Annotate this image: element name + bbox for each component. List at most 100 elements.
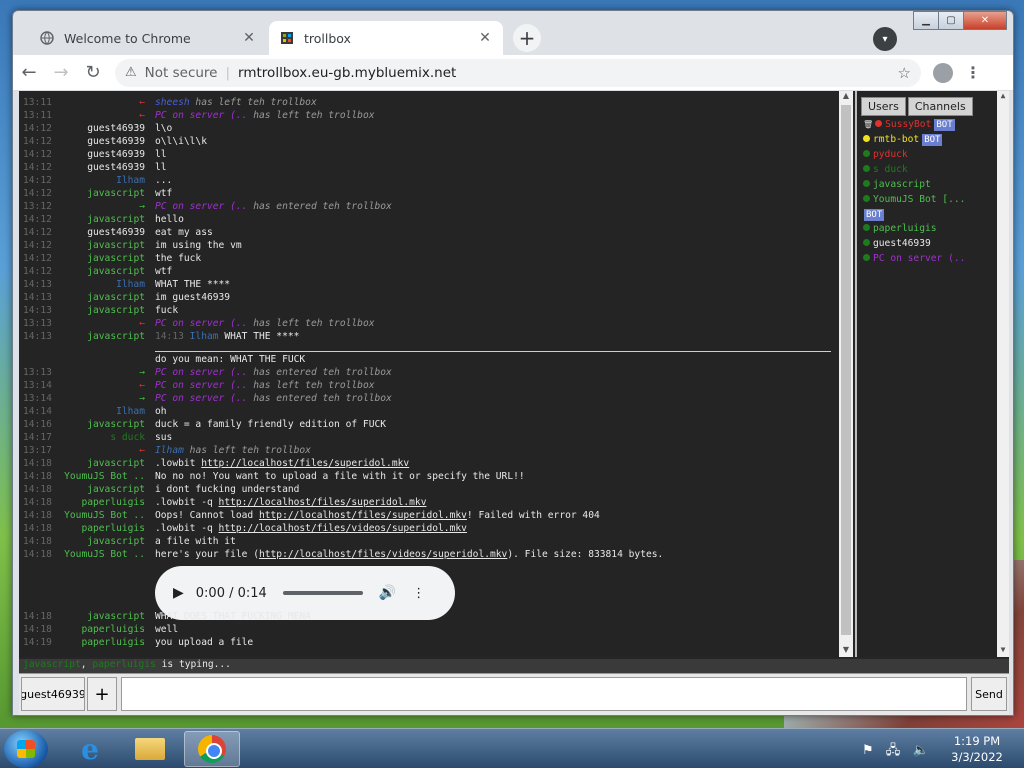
- nickname-button[interactable]: guest46939: [21, 677, 85, 711]
- message-nick[interactable]: javascript: [63, 484, 145, 495]
- file-explorer-icon[interactable]: [122, 731, 178, 767]
- message-body: well: [155, 624, 179, 635]
- chat-message: 14:17 s duck sus: [19, 432, 845, 445]
- user-list-item[interactable]: pyduck: [863, 149, 908, 163]
- tab-trollbox[interactable]: trollbox ✕: [269, 21, 503, 55]
- message-nick[interactable]: YoumuJS Bot ..: [63, 510, 145, 521]
- user-list-item[interactable]: javascript: [863, 179, 931, 193]
- message-time: 13:11: [23, 97, 52, 108]
- message-nick[interactable]: Ilham: [63, 175, 145, 186]
- account-icon[interactable]: [927, 57, 959, 89]
- user-list-item[interactable]: guest46939: [863, 238, 931, 252]
- send-button[interactable]: Send: [971, 677, 1007, 711]
- address-bar[interactable]: ⚠ Not secure | rmtrollbox.eu-gb.mybluemi…: [115, 58, 921, 87]
- user-list-item[interactable]: paperluigis: [863, 223, 937, 237]
- user-list-item[interactable]: YoumuJS Bot [...: [863, 194, 965, 208]
- close-window-button[interactable]: ✕: [963, 11, 1007, 30]
- message-link[interactable]: http://localhost/files/videos/superidol.…: [219, 523, 467, 534]
- message-link[interactable]: http://localhost/files/superidol.mkv: [201, 458, 409, 469]
- flag-icon[interactable]: ⚑: [862, 743, 874, 758]
- user-list-item[interactable]: 🗑 SussyBot BOT: [863, 119, 955, 133]
- message-nick[interactable]: Ilham: [63, 406, 145, 417]
- close-icon[interactable]: ✕: [477, 30, 493, 46]
- speaker-icon[interactable]: 🔈: [912, 743, 928, 758]
- message-nick[interactable]: javascript: [63, 419, 145, 430]
- message-nick[interactable]: paperluigis: [63, 637, 145, 648]
- menu-icon[interactable]: ⋮: [959, 63, 987, 82]
- message-time: 14:18: [23, 484, 52, 495]
- message-nick[interactable]: guest46939: [63, 227, 145, 238]
- message-nick[interactable]: javascript: [63, 292, 145, 303]
- internet-explorer-icon[interactable]: e: [62, 731, 118, 767]
- message-nick[interactable]: javascript: [63, 305, 145, 316]
- user-list-item[interactable]: s duck: [863, 164, 908, 178]
- arrow-right-icon: →: [139, 201, 145, 212]
- message-nick[interactable]: javascript: [63, 253, 145, 264]
- message-body: ...: [155, 175, 173, 186]
- message-nick[interactable]: javascript: [63, 214, 145, 225]
- message-nick[interactable]: javascript: [63, 536, 145, 547]
- message-link[interactable]: http://localhost/files/superidol.mkv: [259, 510, 467, 521]
- network-icon[interactable]: 🖧: [886, 743, 901, 758]
- star-icon[interactable]: ☆: [898, 64, 911, 82]
- forward-arrow-icon[interactable]: →: [45, 57, 77, 89]
- play-icon[interactable]: ▶: [173, 585, 184, 601]
- message-nick[interactable]: Ilham: [63, 279, 145, 290]
- scroll-up-icon[interactable]: ▲: [839, 91, 853, 103]
- new-tab-button[interactable]: +: [513, 24, 541, 52]
- user-list-item[interactable]: PC on server (..: [863, 253, 965, 267]
- message-nick[interactable]: paperluigis: [63, 523, 145, 534]
- message-nick[interactable]: javascript: [63, 331, 145, 342]
- start-button[interactable]: [4, 730, 48, 768]
- scroll-down-icon[interactable]: ▼: [839, 645, 853, 657]
- bot-badge-row: BOT: [861, 209, 885, 223]
- chat-scrollbar[interactable]: ▲ ▼: [839, 91, 853, 657]
- volume-icon[interactable]: 🔊: [379, 585, 396, 601]
- message-nick[interactable]: javascript: [63, 458, 145, 469]
- tab-welcome[interactable]: Welcome to Chrome ✕: [29, 21, 267, 55]
- chrome-taskbar-icon[interactable]: [184, 731, 240, 767]
- message-nick[interactable]: guest46939: [63, 149, 145, 160]
- maximize-button[interactable]: ▢: [938, 11, 964, 30]
- message-nick[interactable]: guest46939: [63, 136, 145, 147]
- message-nick[interactable]: YoumuJS Bot ..: [63, 471, 145, 482]
- more-options-icon[interactable]: ⋮: [412, 586, 425, 601]
- url-text[interactable]: rmtrollbox.eu-gb.mybluemix.net: [238, 65, 898, 81]
- tab-users[interactable]: Users: [861, 97, 906, 116]
- message-text: .lowbit -q http://localhost/files/videos…: [155, 523, 467, 534]
- clock[interactable]: 1:19 PM 3/3/2022: [940, 733, 1014, 765]
- warning-icon[interactable]: ⚠: [125, 65, 137, 80]
- back-arrow-icon[interactable]: ←: [13, 57, 45, 89]
- audio-progress[interactable]: [282, 591, 363, 595]
- message-nick[interactable]: guest46939: [63, 162, 145, 173]
- user-list-item[interactable]: rmtb-bot BOT: [863, 134, 943, 148]
- reload-icon[interactable]: ↻: [77, 57, 109, 89]
- sidebar-scrollbar[interactable]: ▲ ▼: [997, 91, 1009, 657]
- message-nick[interactable]: s duck: [63, 432, 145, 443]
- message-nick[interactable]: paperluigis: [63, 624, 145, 635]
- message-nick[interactable]: javascript: [63, 266, 145, 277]
- message-nick[interactable]: javascript: [63, 611, 145, 622]
- close-icon[interactable]: ✕: [241, 30, 257, 46]
- minimize-button[interactable]: ▁: [913, 11, 939, 30]
- scroll-thumb[interactable]: [841, 105, 851, 635]
- bot-badge: BOT: [864, 209, 885, 221]
- security-label[interactable]: Not secure: [145, 65, 218, 81]
- scroll-down-icon[interactable]: ▼: [997, 645, 1009, 657]
- scroll-up-icon[interactable]: ▲: [997, 91, 1009, 103]
- message-nick[interactable]: paperluigis: [63, 497, 145, 508]
- message-time: 13:14: [23, 393, 52, 404]
- message-nick[interactable]: YoumuJS Bot ..: [63, 549, 145, 560]
- message-nick[interactable]: javascript: [63, 188, 145, 199]
- chat-message: 14:12 guest46939 l\o: [19, 123, 845, 136]
- message-nick[interactable]: guest46939: [63, 123, 145, 134]
- message-link[interactable]: http://localhost/files/superidol.mkv: [219, 497, 427, 508]
- message-nick[interactable]: javascript: [63, 240, 145, 251]
- tab-channels[interactable]: Channels: [907, 97, 973, 116]
- tab-search-icon[interactable]: ▾: [873, 27, 897, 51]
- message-body: the fuck: [155, 253, 202, 264]
- attach-button[interactable]: +: [87, 677, 117, 711]
- message-link[interactable]: http://localhost/files/videos/superidol.…: [259, 549, 507, 560]
- message-input[interactable]: [121, 677, 967, 711]
- tab-title: trollbox: [304, 30, 351, 46]
